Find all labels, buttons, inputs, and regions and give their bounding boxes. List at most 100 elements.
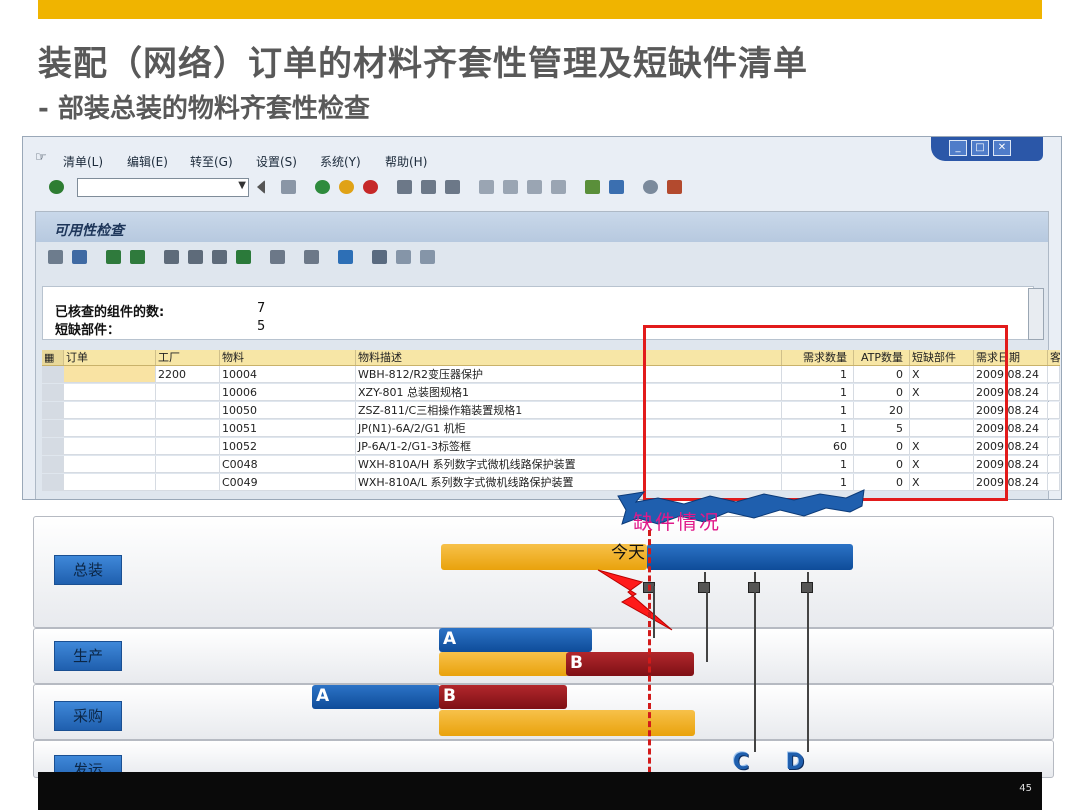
panel-header: 可用性检查 [36,212,1048,242]
layout-save-icon[interactable] [420,250,435,264]
top-accent-bar [38,0,1042,19]
menu-item-settings[interactable]: 设置(S) [256,153,297,170]
cell-customer [1048,474,1060,491]
row-selector[interactable] [42,438,64,455]
cell-plant [156,438,220,455]
connector-line [807,592,809,752]
final-assembly-bar-after [647,544,853,570]
checked-components-value: 7 [257,301,266,316]
cell-material: 10006 [220,384,356,401]
help-icon[interactable] [643,180,658,194]
cell-plant [156,402,220,419]
dropdown-arrow-icon[interactable]: ▼ [238,180,246,191]
sort-ascending-icon[interactable] [106,250,121,264]
col-plant[interactable]: 工厂 [156,350,220,365]
cancel-icon[interactable] [363,180,378,194]
production-bar-b: B [566,652,694,676]
production-bar-a: A [439,628,592,652]
shortcut-icon[interactable] [609,180,624,194]
row-selector[interactable] [42,456,64,473]
cell-order [64,420,156,437]
slide-title: 装配（网络）订单的材料齐套性管理及短缺件清单 [38,44,808,84]
layout-change-icon[interactable] [396,250,411,264]
cell-material: C0049 [220,474,356,491]
back-arrow-icon[interactable] [257,180,265,194]
display-document-icon[interactable] [338,250,353,264]
purchasing-bar-b-label: B [443,686,456,706]
purchasing-bar-orange [439,710,695,736]
production-bar-b-label: B [570,653,583,673]
cell-order [64,474,156,491]
cell-customer [1048,384,1060,401]
export-icon[interactable] [304,250,319,264]
connector-line [807,572,809,582]
back-icon[interactable] [315,180,330,194]
shortage-highlight-box [643,325,1008,501]
col-customer[interactable]: 客户 [1048,350,1060,365]
first-page-icon[interactable] [479,180,494,194]
cell-material: 10050 [220,402,356,419]
new-session-icon[interactable] [585,180,600,194]
menu-bar: ☞ 清单(L) 编辑(E) 转至(G) 设置(S) 系统(Y) 帮助(H) [23,149,1061,171]
cell-order [64,438,156,455]
menu-item-system[interactable]: 系统(Y) [320,153,361,170]
menu-icon[interactable]: ☞ [35,150,47,165]
menu-item-list[interactable]: 清单(L) [63,153,103,170]
next-page-icon[interactable] [527,180,542,194]
lane-final-assembly [33,516,1054,628]
menu-item-goto[interactable]: 转至(G) [190,153,233,170]
row-selector[interactable] [42,366,64,383]
details-icon[interactable] [48,250,63,264]
print-icon[interactable] [397,180,412,194]
cell-order [64,384,156,401]
checked-components-label: 已核查的组件的数: [55,305,165,320]
sum-icon[interactable] [236,250,251,264]
summary-scrollbar[interactable] [1028,288,1044,340]
row-selector[interactable] [42,402,64,419]
cell-customer [1048,420,1060,437]
previous-page-icon[interactable] [503,180,518,194]
last-page-icon[interactable] [551,180,566,194]
filter-delete-icon[interactable] [212,250,227,264]
shipping-marker-c: C [733,750,750,775]
find-icon[interactable] [421,180,436,194]
panel-title: 可用性检查 [54,223,124,239]
cell-plant [156,384,220,401]
menu-item-edit[interactable]: 编辑(E) [127,153,168,170]
row-selector[interactable] [42,384,64,401]
sort-descending-icon[interactable] [130,250,145,264]
col-order[interactable]: 订单 [64,350,156,365]
lane-label-final-assembly: 总装 [54,555,122,585]
menu-item-help[interactable]: 帮助(H) [385,153,427,170]
cell-material: 10052 [220,438,356,455]
command-field[interactable]: ▼ [77,178,249,197]
row-selector[interactable] [42,474,64,491]
production-bar-orange [439,652,569,676]
cell-material: C0048 [220,456,356,473]
row-selector[interactable] [42,420,64,437]
shortage-label: 缺件情况 [633,510,721,534]
cell-plant [156,474,220,491]
connector-line [754,572,756,582]
layout-select-icon[interactable] [372,250,387,264]
cell-plant [156,420,220,437]
exit-icon[interactable] [339,180,354,194]
print-preview-icon[interactable] [270,250,285,264]
zoom-icon[interactable] [72,250,87,264]
find-icon-2[interactable] [164,250,179,264]
cell-order [64,456,156,473]
select-all-icon[interactable]: ▦ [42,350,64,365]
page-number: 45 [1019,783,1032,794]
cell-customer [1048,438,1060,455]
layout-icon[interactable] [667,180,682,194]
cell-material: 10004 [220,366,356,383]
save-icon[interactable] [281,180,296,194]
col-material[interactable]: 物料 [220,350,356,365]
shortage-parts-value: 5 [257,319,266,334]
filter-icon[interactable] [188,250,203,264]
cell-plant: 2200 [156,366,220,383]
purchasing-bar-a-label: A [316,686,330,706]
enter-icon[interactable] [49,180,64,194]
find-next-icon[interactable] [445,180,460,194]
shortage-parts-label: 短缺部件： [55,323,121,338]
